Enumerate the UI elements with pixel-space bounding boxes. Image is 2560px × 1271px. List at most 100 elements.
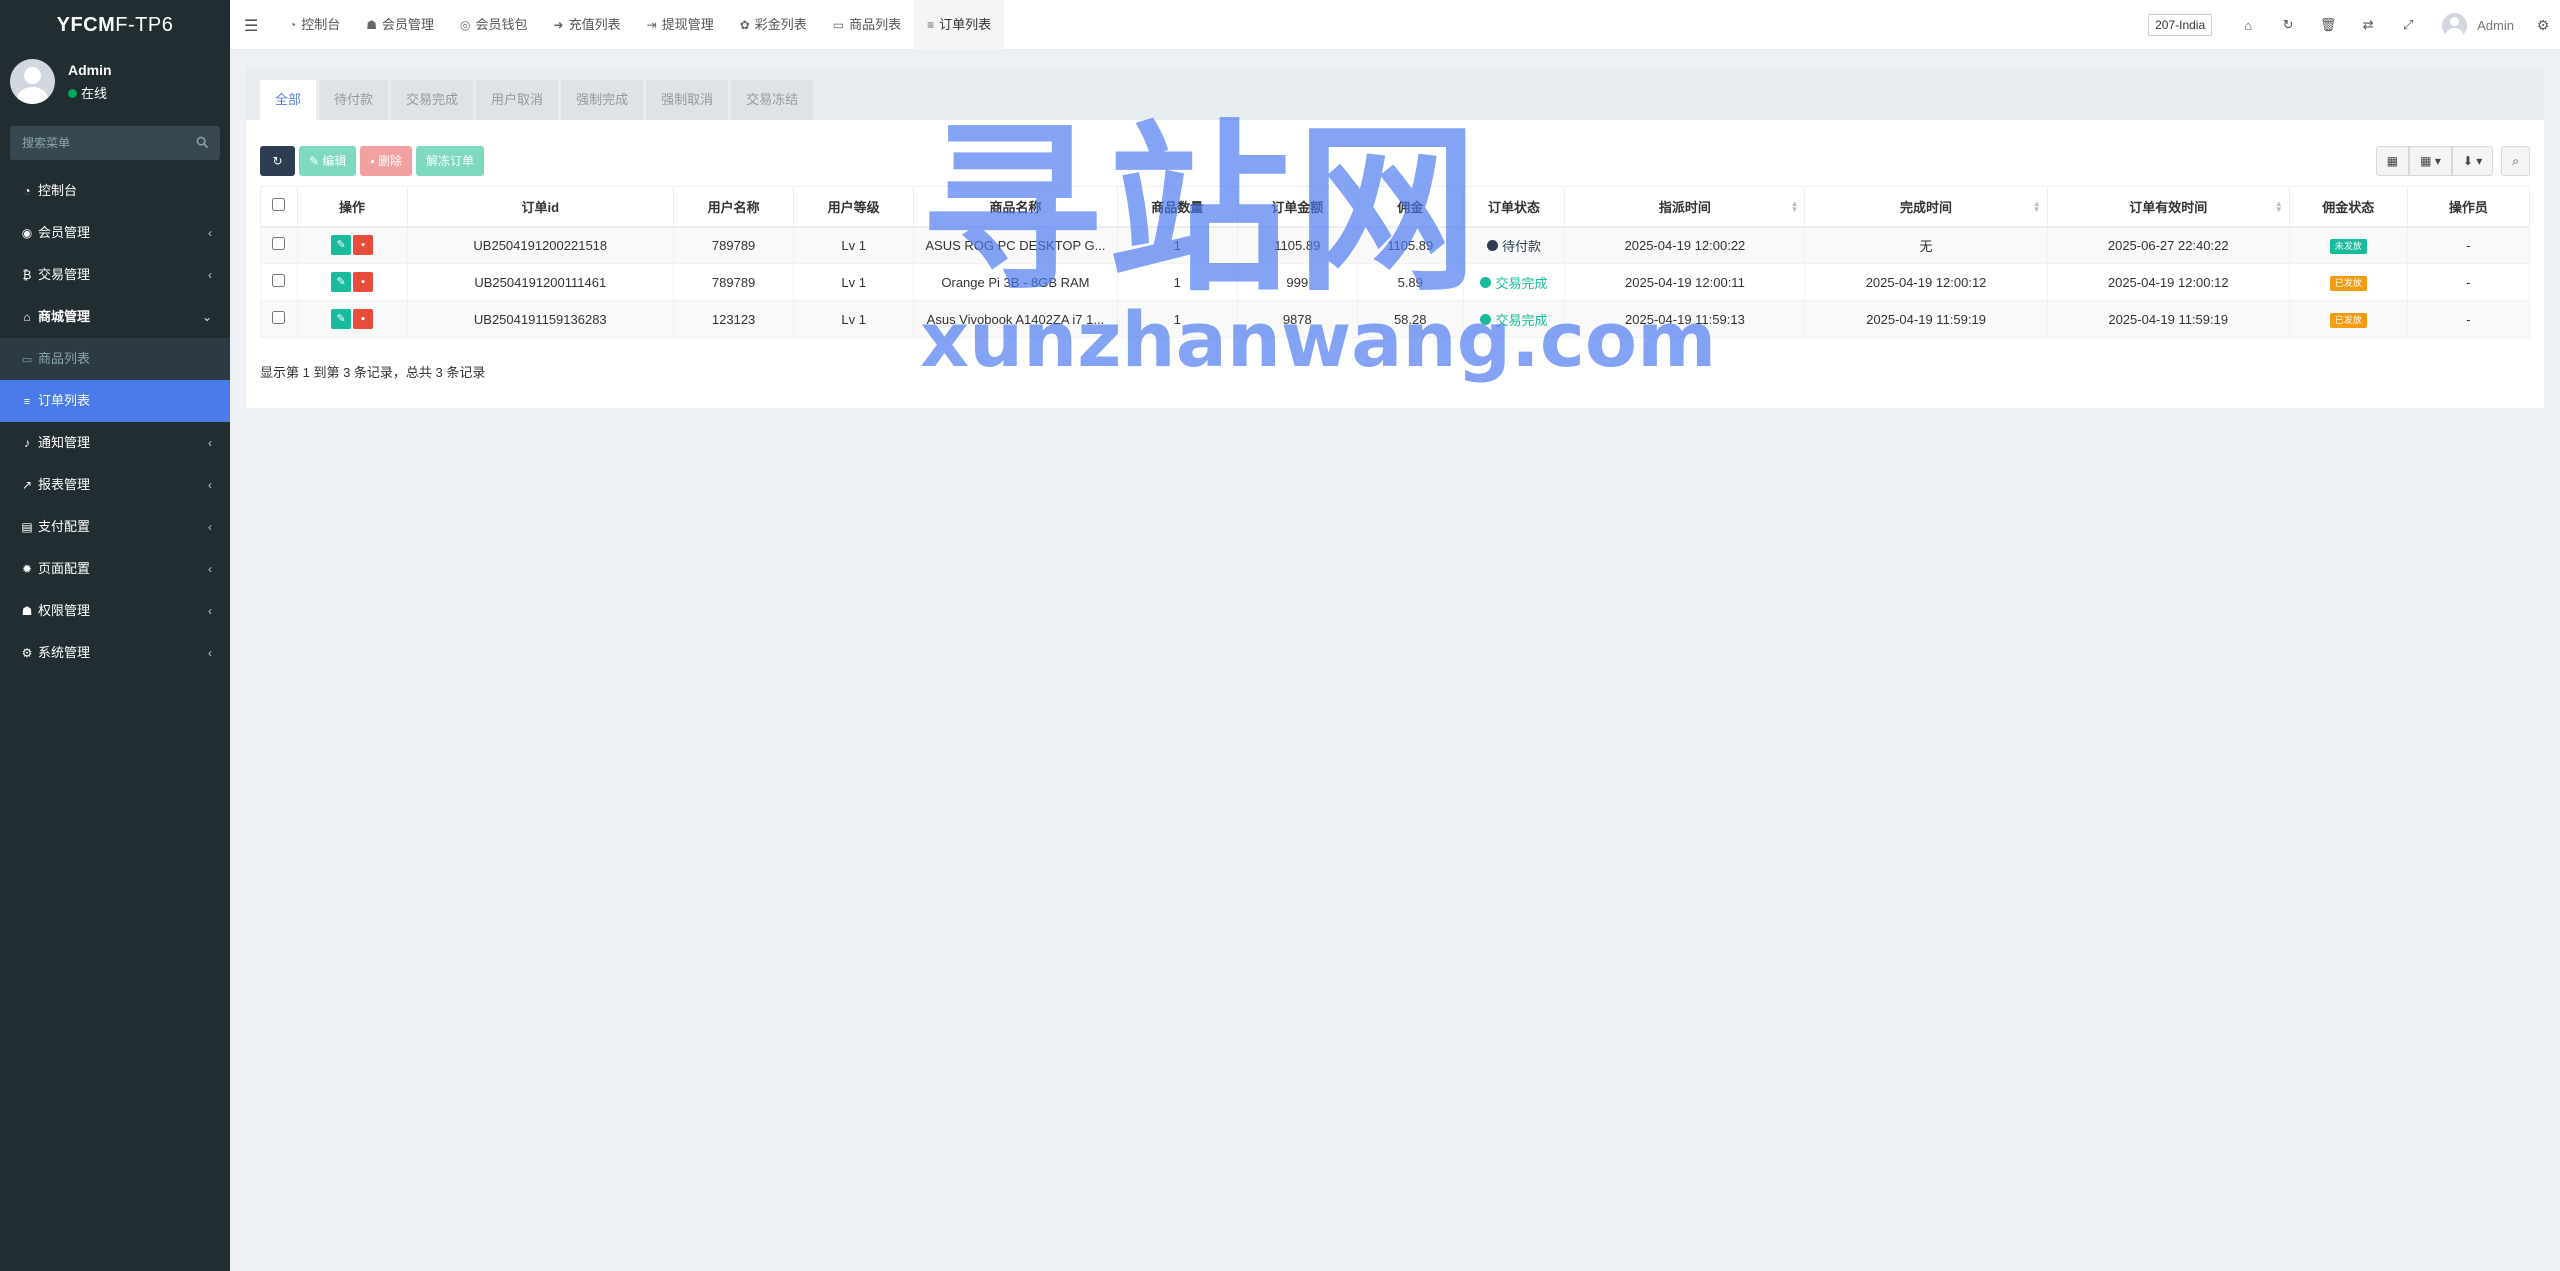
sidebar-item-pages[interactable]: ✹ 页面配置 ‹ — [0, 548, 230, 590]
user-name: Admin — [68, 62, 112, 78]
row-checkbox[interactable] — [272, 274, 286, 287]
sidebar-item-members[interactable]: ◉ 会员管理 ‹ — [0, 212, 230, 254]
sidebar-item-reports[interactable]: ↗ 报表管理 ‹ — [0, 464, 230, 506]
trash-icon[interactable]: ▪ — [353, 309, 374, 329]
user-icon: ☗ — [366, 18, 378, 32]
tab-dashboard[interactable]: ◔ 控制台 — [276, 0, 353, 50]
sidebar-item-mall[interactable]: ⌂ 商城管理 ⌄ — [0, 296, 230, 338]
sidebar-item-notify[interactable]: ♪ 通知管理 ‹ — [0, 422, 230, 464]
tab-members[interactable]: ☗ 会员管理 — [353, 0, 447, 50]
order-status: 交易完成 — [1462, 263, 1566, 301]
edit-icon[interactable]: ✎ — [331, 235, 352, 256]
status-tab-frozen[interactable]: 交易冻结 — [731, 80, 814, 120]
status-tab-pending[interactable]: 待付款 — [319, 80, 389, 120]
app-logo[interactable]: YFCMF-TP6 — [0, 0, 230, 50]
trash-icon[interactable]: 🗑 — [2308, 17, 2348, 33]
sidebar-item-product-list[interactable]: ▭ 商品列表 — [0, 338, 230, 380]
sidebar-item-dashboard[interactable]: ◔ 控制台 — [0, 170, 230, 212]
home-icon[interactable]: ⌂ — [2228, 18, 2268, 33]
search-button[interactable]: ⌕ — [2501, 146, 2530, 176]
cogs-icon: ⚙ — [21, 646, 33, 660]
order-amount: 999 — [1236, 263, 1358, 301]
avatar — [2442, 12, 2468, 38]
desktop-icon: ▭ — [832, 18, 845, 32]
status-badge: 已发放 — [2329, 275, 2367, 291]
line-chart-icon: ↗ — [21, 478, 33, 492]
tab-bonus[interactable]: ✿ 彩金列表 — [727, 0, 820, 50]
tab-products[interactable]: ▭ 商品列表 — [820, 0, 914, 50]
col-header-sortable[interactable]: 完成时间 ▲ ▼ — [1804, 186, 2048, 228]
status-tab-force-complete[interactable]: 强制完成 — [561, 80, 644, 120]
valid-time: 2025-04-19 12:00:12 — [2046, 263, 2290, 301]
order-status: 交易完成 — [1462, 300, 1566, 338]
edit-button[interactable]: ✎ 编辑 — [299, 146, 357, 176]
row-checkbox[interactable] — [272, 237, 286, 251]
pagination-summary: 显示第 1 到第 3 条记录，总共 3 条记录 — [260, 365, 486, 380]
col-header: 操作 — [296, 186, 408, 228]
status-tab-completed[interactable]: 交易完成 — [391, 80, 474, 120]
bitcoin-icon: ₿ — [22, 268, 32, 282]
status-badge: 已发放 — [2329, 312, 2367, 328]
tab-wallet[interactable]: ◎ 会员钱包 — [447, 0, 541, 50]
chevron-left-icon: ‹ — [208, 436, 212, 450]
trash-icon[interactable]: ▪ — [353, 235, 374, 256]
search-icon[interactable] — [196, 136, 209, 149]
commission-status: 已发放 — [2288, 263, 2408, 301]
refresh-button[interactable]: ↻ — [260, 146, 295, 176]
export-button[interactable]: ⬇ ▾ — [2451, 146, 2494, 176]
search-icon: ⌕ — [2512, 154, 2519, 168]
language-select[interactable]: 207-India — [2148, 14, 2213, 36]
top-navbar: ☰ ◔ 控制台 ☗ 会员管理 ◎ 会员钱包 ➜ 充值列表 ⇥ 提现管理 ✿ 彩金列表 ▭ 商品… — [230, 0, 2560, 50]
fullscreen-icon[interactable]: ⤢ — [2388, 17, 2428, 33]
credit-card-icon: ▤ — [21, 520, 33, 534]
sidebar-item-trade[interactable]: ₿ 交易管理 ‹ — [0, 254, 230, 296]
columns-icon: ▦ ▾ — [2420, 154, 2441, 168]
tab-recharge[interactable]: ➜ 充值列表 — [541, 0, 634, 50]
sidebar-item-permissions[interactable]: ☗ 权限管理 ‹ — [0, 590, 230, 632]
home-icon: ⌂ — [23, 310, 31, 324]
pencil-icon: ✎ — [309, 154, 323, 168]
refresh-icon[interactable]: ↻ — [2268, 17, 2308, 33]
wallet-icon: ◎ — [460, 18, 471, 32]
status-tab-user-cancel[interactable]: 用户取消 — [476, 80, 559, 120]
sidebar-item-order-list[interactable]: ≡ 订单列表 — [0, 380, 230, 422]
status-tab-all[interactable]: 全部 — [260, 80, 317, 120]
unfreeze-order-button[interactable]: 解冻订单 — [416, 146, 485, 176]
col-header: 商品数量 — [1116, 186, 1238, 228]
edit-icon[interactable]: ✎ — [331, 309, 352, 329]
sidebar-item-payment[interactable]: ▤ 支付配置 ‹ — [0, 506, 230, 548]
order-status: 待付款 — [1462, 226, 1566, 264]
col-header-sortable[interactable]: 指派时间 ▲ ▼ — [1564, 186, 1806, 228]
col-header-sortable[interactable]: 订单有效时间 ▲ ▼ — [2046, 186, 2290, 228]
list-icon: ≡ — [23, 396, 31, 408]
row-actions: ✎ ▪ — [296, 300, 408, 338]
columns-button[interactable]: ▦ ▾ — [2409, 146, 2452, 176]
cogs-icon[interactable]: ⚙ — [2526, 17, 2560, 34]
select-all-checkbox[interactable] — [272, 198, 286, 212]
tab-orders[interactable]: ≡ 订单列表 — [914, 0, 1005, 50]
valid-time: 2025-04-19 11:59:19 — [2046, 300, 2290, 338]
delete-button[interactable]: ▪ 删除 — [360, 146, 413, 176]
trash-icon: ▪ — [370, 154, 378, 168]
tab-withdraw[interactable]: ⇥ 提现管理 — [634, 0, 727, 50]
row-checkbox[interactable] — [272, 311, 286, 324]
sign-in-icon: ➜ — [553, 18, 564, 32]
row-select-cell — [260, 226, 298, 264]
user-level: Lv 1 — [793, 226, 915, 264]
edit-icon[interactable]: ✎ — [331, 272, 352, 292]
desktop-icon: ▭ — [21, 354, 33, 366]
translate-icon[interactable]: ⇄ — [2348, 17, 2388, 33]
user-icon: ◉ — [21, 226, 33, 240]
user-level: Lv 1 — [793, 263, 915, 301]
top-user-menu[interactable]: Admin — [2442, 12, 2514, 38]
menu-search-input[interactable] — [10, 126, 190, 160]
status-tab-force-cancel[interactable]: 强制取消 — [646, 80, 729, 120]
toggle-view-button[interactable]: ▦ — [2375, 146, 2410, 176]
commission: 1105.89 — [1356, 226, 1464, 264]
trash-icon[interactable]: ▪ — [353, 272, 374, 292]
sidebar-item-system[interactable]: ⚙ 系统管理 ‹ — [0, 632, 230, 674]
table-row: ✎ ▪ UB2504191159136283 123123 Lv 1 Asus V… — [260, 300, 2531, 338]
row-select-cell — [260, 300, 298, 338]
sidebar-toggle-icon[interactable]: ☰ — [244, 16, 258, 36]
assigned-time: 2025-04-19 11:59:13 — [1564, 300, 1806, 338]
